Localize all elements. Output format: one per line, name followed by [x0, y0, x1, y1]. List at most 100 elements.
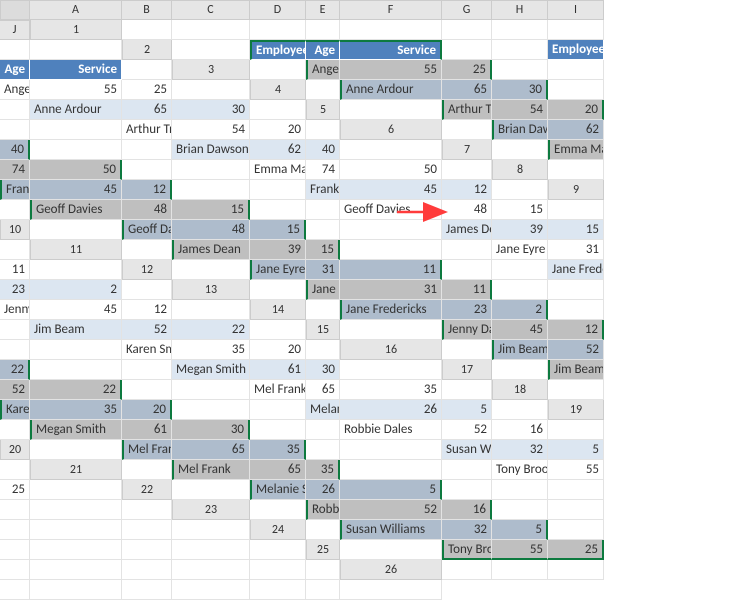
- row-header-7[interactable]: 7: [442, 140, 492, 160]
- cell-F19[interactable]: [306, 420, 340, 440]
- cell-G16[interactable]: Megan Smith: [172, 360, 250, 380]
- col-header-A[interactable]: A: [30, 0, 122, 20]
- cell-J10[interactable]: [0, 240, 30, 260]
- cell-A8[interactable]: [548, 160, 604, 180]
- cell-E4[interactable]: [548, 80, 604, 100]
- cell-F15[interactable]: [30, 340, 122, 360]
- cell-F11[interactable]: [442, 240, 492, 260]
- cell-C12[interactable]: 31: [306, 260, 340, 280]
- cell-F25[interactable]: [30, 560, 122, 580]
- cell-B24[interactable]: Susan Williams: [340, 520, 442, 540]
- cell-A23[interactable]: [250, 500, 306, 520]
- row-header-15[interactable]: 15: [306, 320, 340, 340]
- cell-D23[interactable]: 16: [442, 500, 492, 520]
- cell-A3[interactable]: [250, 60, 306, 80]
- cell-J6[interactable]: [340, 140, 442, 160]
- cell-B2[interactable]: Employee: [250, 40, 306, 60]
- cell-C7[interactable]: 74: [0, 160, 30, 180]
- cell-I21[interactable]: 25: [0, 480, 30, 500]
- cell-C20[interactable]: 65: [172, 440, 250, 460]
- cell-G3[interactable]: Angela Derby: [0, 80, 30, 100]
- cell-A7[interactable]: [492, 140, 548, 160]
- cell-B9[interactable]: Geoff Davies: [30, 200, 122, 220]
- cell-J17[interactable]: [442, 380, 492, 400]
- cell-A22[interactable]: [172, 480, 250, 500]
- col-header-J[interactable]: J: [0, 20, 30, 40]
- cell-I16[interactable]: 30: [306, 360, 340, 380]
- cell-B10[interactable]: Geoff Davies: [122, 220, 172, 240]
- cell-D15[interactable]: 12: [548, 320, 604, 340]
- cell-H13[interactable]: 45: [30, 300, 122, 320]
- cell-F20[interactable]: [340, 440, 442, 460]
- cell-C26[interactable]: [548, 560, 604, 580]
- cell-B25[interactable]: Tony Brooks: [442, 540, 492, 560]
- cell-J22[interactable]: [122, 500, 172, 520]
- cell-J7[interactable]: [442, 160, 492, 180]
- cell-C6[interactable]: 62: [548, 120, 604, 140]
- cell-B12[interactable]: Jane Eyre: [250, 260, 306, 280]
- cell-I25[interactable]: [250, 560, 306, 580]
- cell-A19[interactable]: [0, 420, 30, 440]
- cell-E2[interactable]: [442, 40, 492, 60]
- cell-J3[interactable]: [172, 80, 250, 100]
- cell-A18[interactable]: [548, 380, 604, 400]
- cell-J24[interactable]: [250, 540, 306, 560]
- cell-A24[interactable]: [306, 520, 340, 540]
- cell-C14[interactable]: 23: [442, 300, 492, 320]
- cell-F5[interactable]: [30, 120, 122, 140]
- cell-C10[interactable]: 48: [172, 220, 250, 240]
- cell-J13[interactable]: [172, 300, 250, 320]
- cell-E16[interactable]: [30, 360, 122, 380]
- cell-E5[interactable]: [0, 120, 30, 140]
- cell-B7[interactable]: Emma Matthew: [548, 140, 604, 160]
- cell-C2[interactable]: Age: [306, 40, 340, 60]
- row-header-14[interactable]: 14: [250, 300, 306, 320]
- row-header-22[interactable]: 22: [122, 480, 172, 500]
- cell-D26[interactable]: [0, 580, 30, 600]
- cell-B23[interactable]: Robbie Dales: [306, 500, 340, 520]
- cell-J18[interactable]: [492, 400, 548, 420]
- row-header-23[interactable]: 23: [172, 500, 250, 520]
- cell-G7[interactable]: Emma Matthews: [250, 160, 306, 180]
- cell-C13[interactable]: 31: [340, 280, 442, 300]
- cell-I2[interactable]: Service: [30, 60, 122, 80]
- cell-E18[interactable]: [172, 400, 250, 420]
- cell-H22[interactable]: [0, 500, 30, 520]
- cell-D25[interactable]: 25: [548, 540, 604, 560]
- cell-H6[interactable]: 62: [250, 140, 306, 160]
- cell-C22[interactable]: 26: [306, 480, 340, 500]
- cell-D10[interactable]: 15: [250, 220, 306, 240]
- cell-H19[interactable]: 52: [442, 420, 492, 440]
- cell-D8[interactable]: 12: [122, 180, 172, 200]
- col-header-E[interactable]: E: [306, 0, 340, 20]
- cell-D24[interactable]: 5: [492, 520, 548, 540]
- cell-I14[interactable]: 22: [172, 320, 250, 340]
- cell-G23[interactable]: [0, 520, 30, 540]
- cell-F3[interactable]: [548, 60, 604, 80]
- cell-D7[interactable]: 50: [30, 160, 122, 180]
- cell-F1[interactable]: [442, 20, 492, 40]
- cell-B15[interactable]: Jenny Davies: [442, 320, 492, 340]
- cell-G25[interactable]: [122, 560, 172, 580]
- cell-C17[interactable]: 52: [0, 380, 30, 400]
- cell-E25[interactable]: [0, 560, 30, 580]
- cell-E26[interactable]: [30, 580, 122, 600]
- cell-E11[interactable]: [340, 240, 442, 260]
- col-header-F[interactable]: F: [340, 0, 442, 20]
- cell-H2[interactable]: Age: [0, 60, 30, 80]
- cell-F17[interactable]: [172, 380, 250, 400]
- cell-G19[interactable]: Robbie Dales: [340, 420, 442, 440]
- cell-H8[interactable]: 45: [340, 180, 442, 200]
- cell-B14[interactable]: Jane Fredericks: [340, 300, 442, 320]
- cell-I26[interactable]: [306, 580, 340, 600]
- cell-H14[interactable]: 52: [122, 320, 172, 340]
- cell-H12[interactable]: 23: [0, 280, 30, 300]
- cell-G1[interactable]: [492, 20, 548, 40]
- row-header-9[interactable]: 9: [548, 180, 604, 200]
- cell-D22[interactable]: 5: [340, 480, 442, 500]
- cell-I17[interactable]: 35: [340, 380, 442, 400]
- cell-A12[interactable]: [172, 260, 250, 280]
- cell-B20[interactable]: Mel Frank: [122, 440, 172, 460]
- cell-A4[interactable]: [306, 80, 340, 100]
- cell-C21[interactable]: 65: [250, 460, 306, 480]
